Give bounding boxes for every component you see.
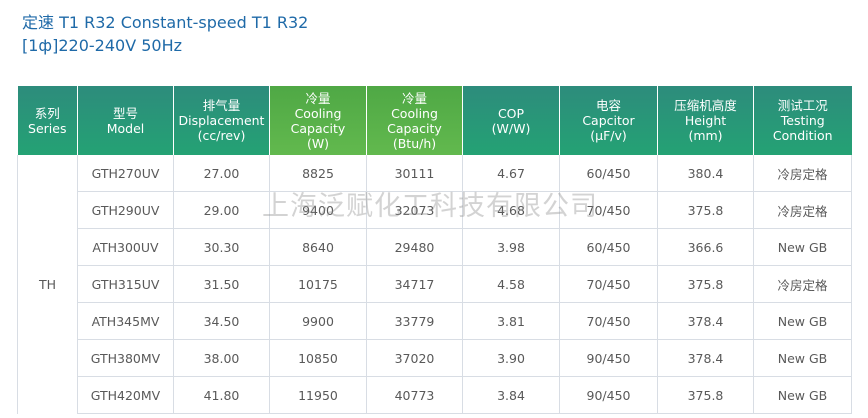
- cell-model: GTH290UV: [77, 191, 174, 229]
- table-row: GTH290UV 29.00 9400 32073 4.68 70/450 375.8 冷房定…: [18, 191, 852, 229]
- cell-cooling-btu: 32073: [366, 191, 463, 229]
- table-row: ATH300UV 30.30 8640 29480 3.98 60/450 366.6 New…: [18, 228, 852, 266]
- cell-cooling-btu: 30111: [366, 155, 463, 192]
- cell-model: GTH270UV: [77, 155, 174, 192]
- cell-cooling-btu: 34717: [366, 265, 463, 303]
- table-row: GTH420MV 41.80 11950 40773 3.84 90/450 375.8 Ne…: [18, 376, 852, 414]
- cell-cop: 4.67: [462, 155, 560, 192]
- cell-capacitor: 70/450: [559, 265, 658, 303]
- cell-testing-condition: 冷房定格: [753, 191, 852, 229]
- cell-cop: 3.81: [462, 302, 560, 340]
- cell-displacement: 41.80: [173, 376, 270, 414]
- header-model: 型号 Model: [77, 86, 174, 155]
- cell-displacement: 31.50: [173, 265, 270, 303]
- cell-height: 375.8: [657, 265, 754, 303]
- cell-capacitor: 60/450: [559, 155, 658, 192]
- compressor-spec-table: 系列 Series 型号 Model 排气量 Displacement (cc/…: [17, 86, 852, 414]
- table-row: GTH380MV 38.00 10850 37020 3.90 90/450 378.4 Ne…: [18, 339, 852, 377]
- cell-model: GTH380MV: [77, 339, 174, 377]
- cell-height: 378.4: [657, 339, 754, 377]
- cell-displacement: 34.50: [173, 302, 270, 340]
- cell-cooling-w: 8640: [269, 228, 367, 266]
- cell-model: GTH315UV: [77, 265, 174, 303]
- cell-testing-condition: New GB: [753, 302, 852, 340]
- cell-model: GTH420MV: [77, 376, 174, 414]
- cell-displacement: 30.30: [173, 228, 270, 266]
- cell-height: 378.4: [657, 302, 754, 340]
- cell-cooling-btu: 37020: [366, 339, 463, 377]
- page-title: 定速 T1 R32 Constant-speed T1 R32: [22, 13, 309, 32]
- header-cooling-capacity-btu: 冷量 Cooling Capacity (Btu/h): [366, 86, 463, 155]
- cell-model: ATH300UV: [77, 228, 174, 266]
- header-capacitor: 电容 Capcitor (μF/v): [559, 86, 658, 155]
- cell-cooling-w: 11950: [269, 376, 367, 414]
- cell-cop: 4.68: [462, 191, 560, 229]
- table-row: ATH345MV 34.50 9900 33779 3.81 70/450 378.4 New…: [18, 302, 852, 340]
- cell-capacitor: 90/450: [559, 339, 658, 377]
- cell-testing-condition: New GB: [753, 339, 852, 377]
- cell-displacement: 38.00: [173, 339, 270, 377]
- header-height: 压缩机高度 Height (mm): [657, 86, 754, 155]
- header-cop: COP (W/W): [462, 86, 560, 155]
- header-displacement: 排气量 Displacement (cc/rev): [173, 86, 270, 155]
- cell-capacitor: 90/450: [559, 376, 658, 414]
- cell-testing-condition: 冷房定格: [753, 155, 852, 192]
- cell-testing-condition: New GB: [753, 376, 852, 414]
- header-testing-condition: 测试工况 Testing Condition: [753, 86, 852, 155]
- cell-cop: 3.98: [462, 228, 560, 266]
- table-row: TH GTH270UV 27.00 8825 30111 4.67 60/450 380.4 冷…: [17, 155, 852, 414]
- cell-cooling-btu: 40773: [366, 376, 463, 414]
- cell-cop: 3.84: [462, 376, 560, 414]
- cell-cooling-w: 9400: [269, 191, 367, 229]
- cell-cop: 4.58: [462, 265, 560, 303]
- cell-cooling-w: 10175: [269, 265, 367, 303]
- cell-cooling-w: 9900: [269, 302, 367, 340]
- series-cell: TH: [17, 155, 78, 414]
- cell-height: 375.8: [657, 191, 754, 229]
- voltage-subtitle: [1ф]220-240V 50Hz: [22, 36, 183, 55]
- header-cooling-capacity-w: 冷量 Cooling Capacity (W): [269, 86, 367, 155]
- cell-cooling-w: 8825: [269, 155, 367, 192]
- cell-testing-condition: New GB: [753, 228, 852, 266]
- table-body: TH GTH270UV 27.00 8825 30111 4.67 60/450 380.4 冷…: [17, 155, 852, 414]
- cell-testing-condition: 冷房定格: [753, 265, 852, 303]
- cell-height: 375.8: [657, 376, 754, 414]
- cell-capacitor: 60/450: [559, 228, 658, 266]
- cell-cooling-w: 10850: [269, 339, 367, 377]
- table-row: GTH315UV 31.50 10175 34717 4.58 70/450 375.8 冷房…: [18, 265, 852, 303]
- cell-displacement: 27.00: [173, 155, 270, 192]
- cell-displacement: 29.00: [173, 191, 270, 229]
- cell-cooling-btu: 33779: [366, 302, 463, 340]
- table-header-row: 系列 Series 型号 Model 排气量 Displacement (cc/…: [17, 86, 852, 155]
- cell-height: 380.4: [657, 155, 754, 192]
- cell-height: 366.6: [657, 228, 754, 266]
- cell-capacitor: 70/450: [559, 302, 658, 340]
- header-series: 系列 Series: [17, 86, 78, 155]
- cell-cooling-btu: 29480: [366, 228, 463, 266]
- cell-capacitor: 70/450: [559, 191, 658, 229]
- cell-model: ATH345MV: [77, 302, 174, 340]
- cell-cop: 3.90: [462, 339, 560, 377]
